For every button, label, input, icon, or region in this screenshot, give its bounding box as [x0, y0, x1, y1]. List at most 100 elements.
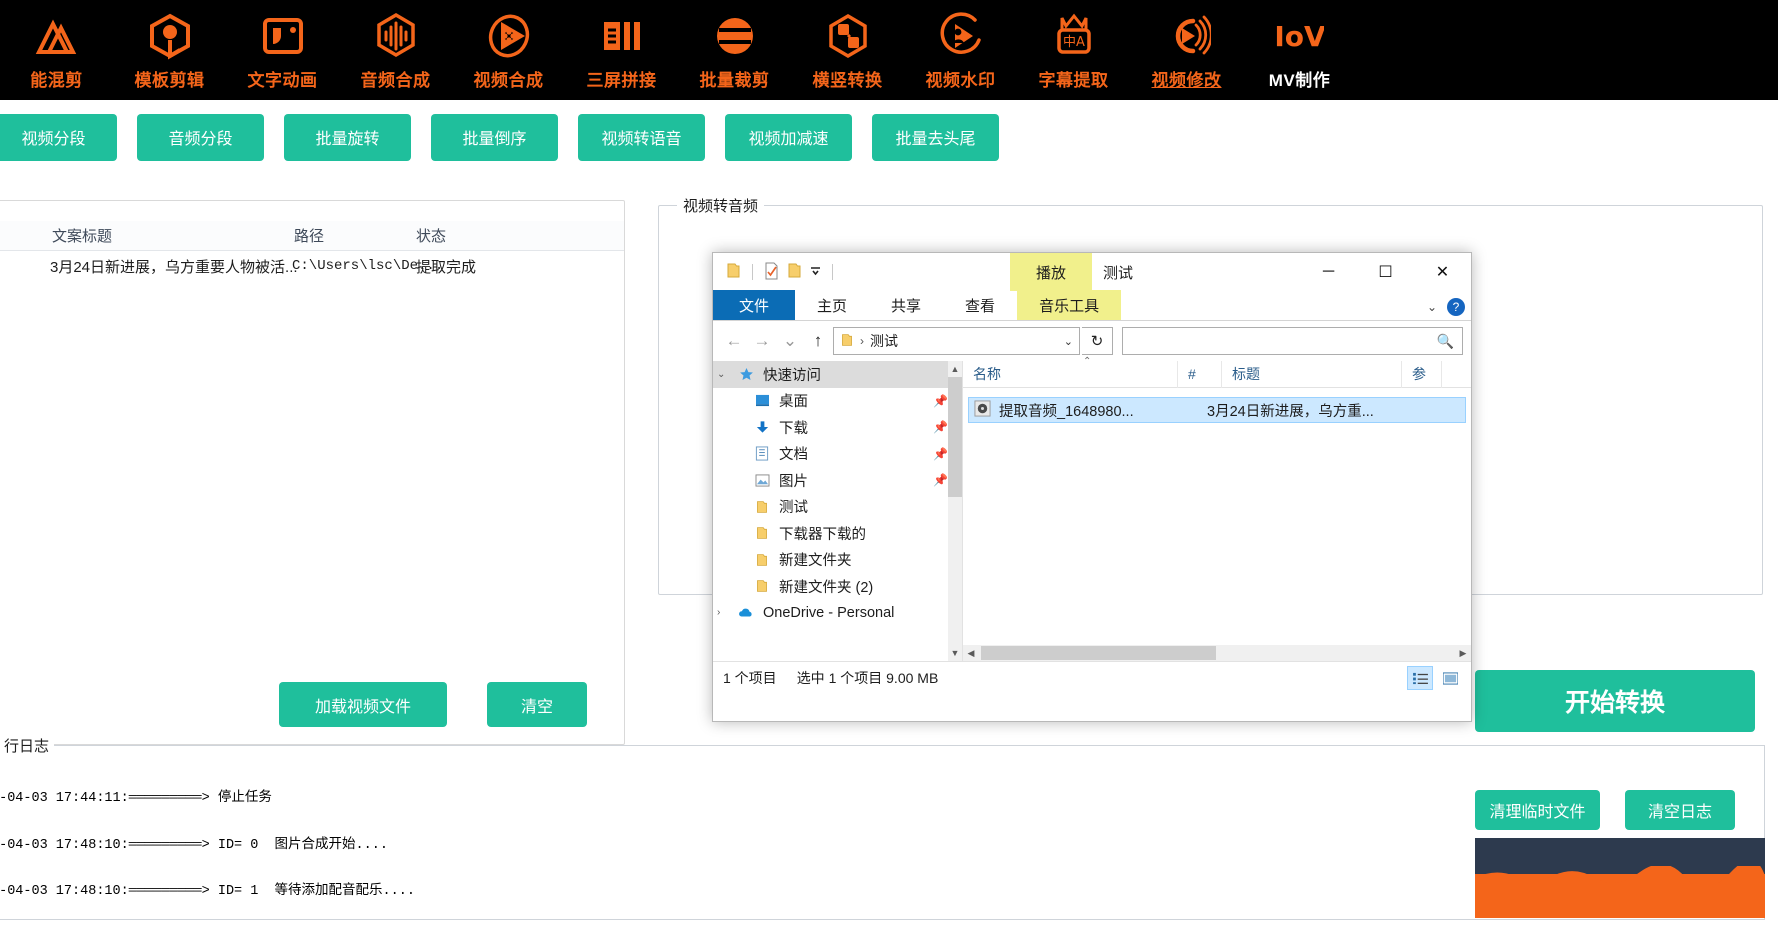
explorer-titlebar[interactable]: 播放 测试 ─ ☐ ✕ — [713, 253, 1471, 291]
toolbar-item-video-watermark[interactable]: 视频水印 — [904, 0, 1017, 100]
audio-synthesis-icon — [370, 10, 422, 62]
scroll-up-icon[interactable]: ▲ — [948, 361, 962, 377]
minimize-icon[interactable]: ─ — [1300, 253, 1357, 291]
column-header-title[interactable]: 标题 — [1222, 360, 1402, 388]
close-icon[interactable]: ✕ — [1414, 253, 1471, 291]
sidebar-item-label: 下载器下载的 — [779, 526, 866, 543]
file-list-item[interactable]: 提取音频_1648980... 3月24日新进展，乌方重... — [968, 397, 1466, 423]
column-header-path[interactable]: 路径 — [294, 225, 324, 246]
properties-icon[interactable] — [763, 262, 780, 283]
back-icon[interactable]: ← — [721, 328, 747, 354]
chevron-right-icon[interactable]: › — [717, 607, 729, 618]
up-icon[interactable]: ↑ — [805, 328, 831, 354]
new-folder-icon[interactable] — [786, 262, 803, 282]
forward-icon[interactable]: → — [749, 328, 775, 354]
toolbar-item-three-screen-splice[interactable]: 三屏拼接 — [565, 0, 678, 100]
sidebar-item-quick-access[interactable]: ⌄ 快速访问 — [713, 361, 962, 388]
toolbar-item-video-synthesis[interactable]: 视频合成 — [452, 0, 565, 100]
toolbar-item-subtitle-extract[interactable]: 中A 字幕提取 — [1017, 0, 1130, 100]
sidebar-item-folder-new[interactable]: 新建文件夹 — [713, 547, 962, 574]
search-icon[interactable]: 🔍 — [1437, 333, 1454, 350]
subtool-video-to-speech[interactable]: 视频转语音 — [578, 113, 705, 161]
sidebar-item-onedrive[interactable]: › OneDrive - Personal — [713, 600, 962, 627]
toolbar-item-orientation-convert[interactable]: 横竖转换 — [791, 0, 904, 100]
sidebar-item-folder-test[interactable]: 测试 — [713, 494, 962, 521]
toolbar-item-audio-synthesis[interactable]: 音频合成 — [339, 0, 452, 100]
chevron-down-icon[interactable]: ⌄ — [1064, 335, 1073, 348]
column-header-number[interactable]: # — [1178, 360, 1222, 388]
toolbar-item-template-edit[interactable]: 模板剪辑 — [113, 0, 226, 100]
ribbon-tab-music-tools[interactable]: 音乐工具 — [1017, 290, 1122, 320]
toolbar-item-text-animation[interactable]: 文字动画 — [226, 0, 339, 100]
subtool-batch-reverse[interactable]: 批量倒序 — [431, 113, 558, 161]
scroll-down-icon[interactable]: ▼ — [948, 645, 962, 661]
ribbon-tab-file[interactable]: 文件 — [713, 290, 796, 320]
load-video-files-button[interactable]: 加载视频文件 — [279, 682, 447, 727]
subtool-video-segment[interactable]: 视频分段 — [0, 113, 117, 161]
chevron-down-icon[interactable]: ⌄ — [717, 369, 729, 380]
toolbar-item-smart-mix[interactable]: 能混剪 — [0, 0, 113, 100]
subtool-audio-segment[interactable]: 音频分段 — [137, 113, 264, 161]
explorer-window-title: 测试 — [1103, 264, 1134, 282]
sidebar-item-label: 新建文件夹 (2) — [779, 579, 874, 596]
toolbar-item-label: 音频合成 — [360, 70, 431, 90]
ribbon-tab-view[interactable]: 查看 — [943, 290, 1017, 320]
customize-chevron-icon[interactable] — [809, 264, 822, 280]
contextual-tab-play[interactable]: 播放 — [1010, 253, 1093, 291]
clear-log-button[interactable]: 清空日志 — [1625, 790, 1735, 830]
clean-temp-files-button[interactable]: 清理临时文件 — [1475, 790, 1600, 830]
sidebar-item-folder-new-2[interactable]: 新建文件夹 (2) — [713, 573, 962, 600]
toolbar-item-video-modify[interactable]: 视频修改 — [1130, 0, 1243, 100]
clear-list-button[interactable]: 清空 — [487, 682, 587, 727]
subtool-trim-head-tail[interactable]: 批量去头尾 — [872, 113, 999, 161]
video-watermark-icon — [935, 10, 987, 62]
pin-icon[interactable]: 📌 — [933, 420, 948, 434]
large-icons-view-icon[interactable] — [1437, 666, 1463, 690]
refresh-icon[interactable]: ↻ — [1082, 327, 1113, 355]
pictures-icon — [753, 472, 771, 488]
orientation-convert-icon — [822, 10, 874, 62]
file-list-header: 名称 ⌃ # 标题 参 — [963, 356, 1471, 388]
subtool-batch-rotate[interactable]: 批量旋转 — [284, 113, 411, 161]
pin-icon[interactable]: 📌 — [933, 473, 948, 487]
table-row[interactable]: 3月24日新进展，乌方重要人物被活... C:\Users\lsc\De... … — [0, 252, 624, 280]
ribbon-tab-home[interactable]: 主页 — [795, 290, 869, 320]
column-header-title[interactable]: 文案标题 — [52, 225, 112, 246]
cell-state: 提取完成 — [416, 258, 477, 276]
scrollbar-thumb[interactable] — [948, 377, 962, 497]
subtool-video-speed[interactable]: 视频加减速 — [725, 113, 852, 161]
ribbon-tab-share[interactable]: 共享 — [869, 290, 943, 320]
cell-title: 3月24日新进展，乌方重要人物被活... — [50, 258, 298, 276]
maximize-icon[interactable]: ☐ — [1357, 253, 1414, 291]
scrollbar-thumb[interactable] — [981, 646, 1216, 660]
help-icon[interactable]: ? — [1447, 298, 1465, 316]
toolbar-item-mv-production[interactable]: IoV MV制作 — [1243, 0, 1356, 100]
chevron-down-icon[interactable]: ⌄ — [1427, 300, 1437, 314]
address-bar[interactable]: › 测试 ⌄ — [833, 327, 1080, 355]
explorer-navigation-bar: ← → ⌄ ↑ › 测试 ⌄ ↻ 🔍 — [713, 321, 1471, 361]
sidebar-item-pictures[interactable]: 图片 📌 — [713, 467, 962, 494]
start-convert-button[interactable]: 开始转换 — [1475, 670, 1755, 732]
column-header-name[interactable]: 名称 ⌃ — [963, 356, 1178, 388]
groupbox-legend: 视频转音频 — [677, 195, 765, 216]
pin-icon[interactable]: 📌 — [933, 447, 948, 461]
recent-locations-icon[interactable]: ⌄ — [777, 328, 803, 354]
column-header-state[interactable]: 状态 — [416, 225, 446, 246]
sidebar-item-desktop[interactable]: 桌面 📌 — [713, 388, 962, 415]
sidebar-item-documents[interactable]: 文档 📌 — [713, 441, 962, 468]
scroll-left-icon[interactable]: ◀ — [963, 648, 979, 659]
sidebar-item-label: 测试 — [779, 500, 808, 517]
scroll-right-icon[interactable]: ▶ — [1455, 648, 1471, 659]
sidebar-item-downloads[interactable]: 下载 📌 — [713, 414, 962, 441]
search-input[interactable]: 🔍 — [1122, 327, 1463, 355]
folder-icon[interactable] — [725, 262, 742, 282]
details-view-icon[interactable] — [1407, 666, 1433, 690]
pin-icon[interactable]: 📌 — [933, 394, 948, 408]
toolbar-item-batch-crop[interactable]: 批量裁剪 — [678, 0, 791, 100]
file-list-horizontal-scrollbar[interactable]: ◀ ▶ — [963, 645, 1471, 661]
item-count-label: 1 个项目 — [723, 669, 777, 686]
breadcrumb-current[interactable]: 测试 — [870, 331, 898, 351]
sidebar-scrollbar[interactable]: ▲ ▼ — [948, 361, 962, 661]
sidebar-item-folder-downloader[interactable]: 下载器下载的 — [713, 520, 962, 547]
column-header-extra[interactable]: 参 — [1402, 360, 1442, 388]
